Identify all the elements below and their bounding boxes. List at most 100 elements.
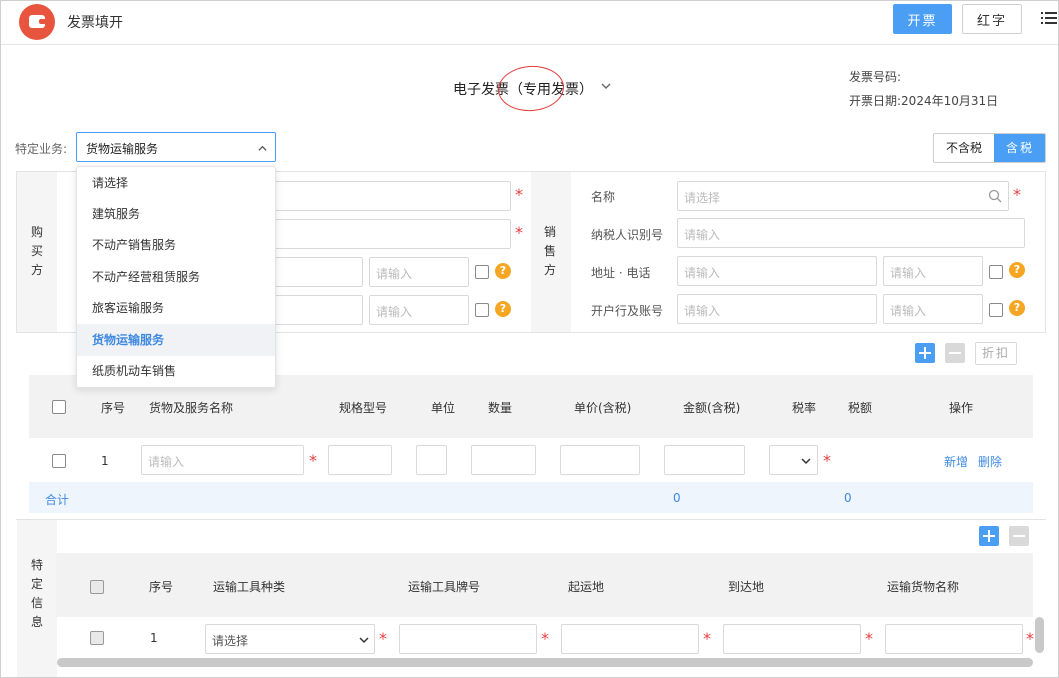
tax-mode-toggle: 不含税 含税	[933, 133, 1046, 163]
horizontal-scrollbar[interactable]	[57, 658, 1033, 667]
seller-address-checkbox[interactable]	[989, 265, 1003, 279]
select-all-goods-checkbox[interactable]	[52, 400, 66, 414]
goods-row-checkbox[interactable]	[52, 454, 66, 468]
buyer-bank-checkbox[interactable]	[475, 303, 489, 317]
discount-button[interactable]: 折扣	[975, 342, 1017, 365]
required-mark: *	[1026, 629, 1034, 648]
required-mark: *	[379, 629, 387, 648]
tax-rate-select[interactable]	[769, 445, 818, 475]
help-icon[interactable]: ?	[495, 263, 511, 279]
seller-name-label: 名称	[591, 190, 616, 204]
buyer-bank-input[interactable]	[261, 295, 363, 325]
placeholder: 请输入	[890, 266, 927, 280]
dropdown-option[interactable]: 旅客运输服务	[77, 292, 275, 324]
buyer-tax-id-input[interactable]	[261, 219, 511, 249]
column-header: 起运地	[568, 580, 605, 594]
app-header: 发票填开 开票 红字	[1, 1, 1058, 45]
issue-invoice-button[interactable]: 开票	[893, 4, 952, 34]
tax-exclusive-option[interactable]: 不含税	[934, 134, 994, 162]
buyer-label-char: 购	[31, 225, 44, 239]
help-icon[interactable]: ?	[1009, 300, 1025, 316]
seller-bank-input[interactable]: 请输入	[677, 294, 877, 324]
seller-bank-checkbox[interactable]	[989, 303, 1003, 317]
special-business-select[interactable]: 货物运输服务	[76, 132, 276, 162]
total-label: 合计	[45, 493, 70, 507]
buyer-account-input[interactable]: 请输入	[369, 295, 469, 325]
spec-model-input[interactable]	[328, 445, 392, 475]
unit-input[interactable]	[416, 445, 447, 475]
special-info-label-char: 息	[31, 615, 44, 629]
vehicle-plate-input[interactable]	[399, 624, 537, 654]
column-header: 运输工具种类	[213, 580, 286, 594]
help-icon[interactable]: ?	[495, 301, 511, 317]
buyer-address-input[interactable]	[261, 257, 363, 287]
chevron-down-icon	[801, 458, 811, 465]
search-icon[interactable]	[988, 189, 1002, 203]
cargo-name-input[interactable]	[885, 624, 1023, 654]
add-row-link[interactable]: 新增	[944, 453, 968, 470]
goods-name-input[interactable]: 请输入	[141, 445, 304, 475]
red-invoice-button[interactable]: 红字	[962, 4, 1022, 34]
special-info-label-char: 定	[31, 577, 44, 591]
dropdown-option[interactable]: 请选择	[77, 167, 275, 199]
seller-bank-label: 开户行及账号	[591, 304, 664, 318]
column-header: 操作	[949, 401, 974, 415]
chevron-down-icon[interactable]	[601, 81, 611, 91]
unit-price-input[interactable]	[560, 445, 640, 475]
seller-address-input[interactable]: 请输入	[677, 256, 877, 286]
placeholder: 请输入	[684, 266, 721, 280]
column-header: 单价(含税)	[574, 401, 632, 415]
total-tax: 0	[844, 491, 852, 505]
seller-tax-id-label: 纳税人识别号	[591, 228, 664, 242]
placeholder: 请选择	[684, 191, 721, 205]
vehicle-type-select[interactable]: 请选择	[205, 624, 375, 654]
required-mark: *	[703, 629, 711, 648]
column-header: 数量	[488, 401, 513, 415]
column-header: 序号	[149, 580, 174, 594]
destination-input[interactable]	[723, 624, 861, 654]
buyer-label-char: 方	[31, 263, 44, 277]
dropdown-option[interactable]: 不动产销售服务	[77, 229, 275, 261]
amount-input[interactable]	[664, 445, 745, 475]
buyer-phone-input[interactable]: 请输入	[369, 257, 469, 287]
remove-transport-row-button[interactable]	[1009, 526, 1029, 546]
column-header: 运输货物名称	[887, 580, 960, 594]
dropdown-option[interactable]: 建筑服务	[77, 198, 275, 230]
delete-row-link[interactable]: 删除	[978, 453, 1002, 470]
add-goods-row-button[interactable]	[915, 343, 935, 363]
buyer-label-char: 买	[31, 244, 44, 258]
required-mark: *	[515, 223, 523, 242]
column-header: 序号	[101, 401, 126, 415]
help-icon[interactable]: ?	[1009, 262, 1025, 278]
remove-goods-row-button[interactable]	[945, 343, 965, 363]
goods-row-index: 1	[101, 454, 109, 468]
menu-icon[interactable]	[1041, 10, 1057, 26]
seller-account-input[interactable]: 请输入	[883, 294, 983, 324]
required-mark: *	[865, 629, 873, 648]
column-header: 税率	[792, 401, 817, 415]
column-header: 规格型号	[339, 401, 388, 415]
select-all-transport-checkbox[interactable]	[90, 580, 104, 594]
special-business-label: 特定业务:	[15, 142, 68, 156]
dropdown-option[interactable]: 不动产经营租赁服务	[77, 261, 275, 293]
vertical-scrollbar[interactable]	[1035, 617, 1044, 653]
app-title: 发票填开	[67, 15, 123, 31]
seller-phone-input[interactable]: 请输入	[883, 256, 983, 286]
special-business-value: 货物运输服务	[86, 142, 159, 156]
transport-row-checkbox[interactable]	[90, 631, 104, 645]
quantity-input[interactable]	[471, 445, 536, 475]
buyer-address-checkbox[interactable]	[475, 265, 489, 279]
placeholder: 请输入	[890, 304, 927, 318]
tax-inclusive-option[interactable]: 含税	[994, 134, 1045, 162]
add-transport-row-button[interactable]	[979, 526, 999, 546]
dropdown-option[interactable]: 纸质机动车销售	[77, 355, 275, 387]
seller-name-input[interactable]: 请选择	[677, 181, 1009, 211]
seller-tax-id-input[interactable]: 请输入	[677, 218, 1025, 248]
chevron-up-icon	[258, 145, 267, 151]
origin-input[interactable]	[561, 624, 699, 654]
dropdown-option-selected[interactable]: 货物运输服务	[77, 324, 275, 356]
seller-label-char: 方	[544, 263, 557, 277]
total-amount: 0	[673, 491, 681, 505]
column-header: 货物及服务名称	[149, 401, 234, 415]
buyer-name-input[interactable]	[261, 181, 511, 211]
